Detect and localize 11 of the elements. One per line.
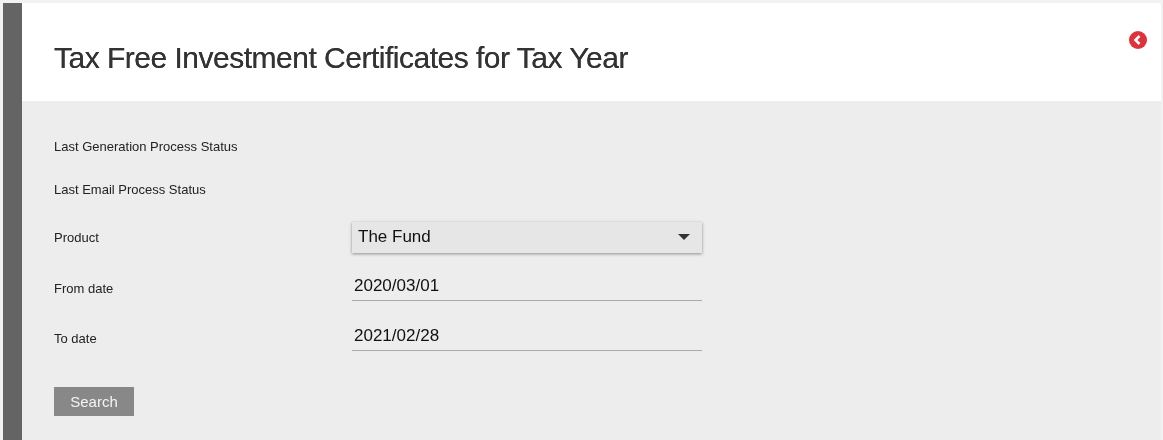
field-label: Last Email Process Status (54, 182, 207, 197)
field-label: To date (54, 330, 98, 346)
caret-icon (678, 233, 690, 241)
date-field[interactable]: 2021/02/28 (352, 325, 702, 351)
field-label: Last Generation Process Status (54, 139, 239, 154)
field-label: Product (54, 229, 100, 245)
product-select[interactable]: The Fund (352, 221, 702, 253)
back-icon[interactable] (1129, 31, 1147, 49)
page-title: Tax Free Investment Certificates for Tax Year (54, 41, 628, 75)
field-label: From date (54, 280, 115, 296)
date-field[interactable]: 2020/03/01 (352, 275, 702, 301)
